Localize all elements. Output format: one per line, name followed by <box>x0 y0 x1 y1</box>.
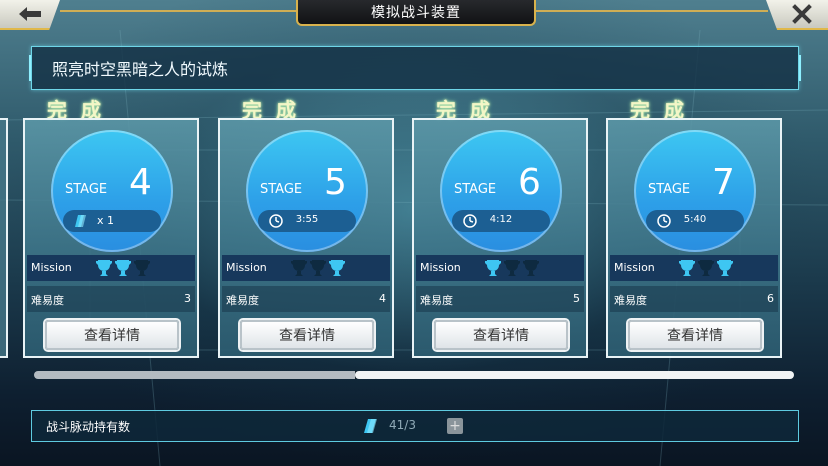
stage-label: STAGE <box>65 182 108 197</box>
plus-icon: + <box>449 418 461 434</box>
stage-circle: STAGE 6 4:12 <box>440 130 562 252</box>
mission-row: Mission <box>610 255 778 281</box>
horizontal-scrollbar[interactable] <box>34 371 794 379</box>
add-battle-pulse-button[interactable]: + <box>447 418 463 434</box>
difficulty-label: 难易度 <box>226 294 259 307</box>
stage-number: 4 <box>129 162 152 203</box>
battle-pulse-bar: 战斗脉动持有数 41/3 + <box>31 410 799 442</box>
trophy-icon <box>309 258 327 278</box>
trophy-icon <box>290 258 308 278</box>
clear-time: 4:12 <box>489 214 513 225</box>
stage-info-pill: x 1 <box>63 210 161 232</box>
stage-info-pill: 3:55 <box>258 210 356 232</box>
view-details-button[interactable]: 查看详情 <box>45 320 179 350</box>
top-divider-right <box>532 10 768 12</box>
back-button[interactable] <box>0 0 60 30</box>
trophy-icon <box>678 258 696 278</box>
stage-label: STAGE <box>454 182 497 197</box>
stage-label: STAGE <box>648 182 691 197</box>
page-title: 模拟战斗装置 <box>296 0 536 26</box>
trial-title: 照亮时空黑暗之人的试炼 <box>52 60 229 79</box>
stage-number: 5 <box>324 162 347 203</box>
difficulty-value: 3 <box>184 292 191 305</box>
difficulty-row: 难易度 4 <box>222 286 390 312</box>
mission-row: Mission <box>416 255 584 281</box>
stage-circle: STAGE 4 x 1 <box>51 130 173 252</box>
difficulty-value: 6 <box>767 292 774 305</box>
difficulty-row: 难易度 3 <box>27 286 195 312</box>
mission-trophies <box>95 258 151 278</box>
mission-label: Mission <box>420 261 461 274</box>
difficulty-row: 难易度 5 <box>416 286 584 312</box>
mission-label: Mission <box>226 261 267 274</box>
back-arrow-icon <box>19 7 41 21</box>
trophy-icon <box>522 258 540 278</box>
trophy-icon <box>716 258 734 278</box>
mission-trophies <box>290 258 346 278</box>
trophy-icon <box>328 258 346 278</box>
close-x-icon <box>792 4 812 24</box>
view-details-button[interactable]: 查看详情 <box>434 320 568 350</box>
view-details-button[interactable]: 查看详情 <box>628 320 762 350</box>
stage-info-pill: 4:12 <box>452 210 550 232</box>
stage-card[interactable]: STAGE 4 x 1 Mission 难易度 3 查看详情 <box>23 118 199 358</box>
trophy-icon <box>503 258 521 278</box>
stage-circle: STAGE 7 5:40 <box>634 130 756 252</box>
stage-label: STAGE <box>260 182 303 197</box>
battle-pulse-label: 战斗脉动持有数 <box>46 420 131 434</box>
mission-label: Mission <box>614 261 655 274</box>
mission-label: Mission <box>31 261 72 274</box>
mission-trophies <box>484 258 540 278</box>
difficulty-value: 5 <box>573 292 580 305</box>
stage-number: 7 <box>712 162 735 203</box>
mission-trophies <box>678 258 734 278</box>
trophy-icon <box>95 258 113 278</box>
stage-number: 6 <box>518 162 541 203</box>
previous-card-edge[interactable] <box>0 118 8 358</box>
banner-bracket-right <box>793 55 801 81</box>
scrollbar-thumb[interactable] <box>355 371 794 379</box>
reward-count: x 1 <box>97 214 115 227</box>
battle-pulse-icon <box>75 215 86 227</box>
stage-card[interactable]: STAGE 7 5:40 Mission 难易度 6 查看详情 <box>606 118 782 358</box>
trophy-icon <box>697 258 715 278</box>
mission-row: Mission <box>222 255 390 281</box>
trophy-icon <box>114 258 132 278</box>
difficulty-value: 4 <box>379 292 386 305</box>
trophy-icon <box>484 258 502 278</box>
clear-time: 3:55 <box>295 214 319 225</box>
battle-pulse-icon <box>364 419 377 433</box>
top-divider-left <box>60 10 296 12</box>
difficulty-label: 难易度 <box>420 294 453 307</box>
mission-row: Mission <box>27 255 195 281</box>
close-button[interactable] <box>766 0 828 30</box>
difficulty-label: 难易度 <box>31 294 64 307</box>
battle-pulse-count: 41/3 <box>389 418 416 432</box>
view-details-button[interactable]: 查看详情 <box>240 320 374 350</box>
difficulty-label: 难易度 <box>614 294 647 307</box>
scrollbar-track-filled <box>34 371 355 379</box>
stage-card[interactable]: STAGE 6 4:12 Mission 难易度 5 查看详情 <box>412 118 588 358</box>
stage-info-pill: 5:40 <box>646 210 744 232</box>
stage-card[interactable]: STAGE 5 3:55 Mission 难易度 4 查看详情 <box>218 118 394 358</box>
trophy-icon <box>133 258 151 278</box>
stage-circle: STAGE 5 3:55 <box>246 130 368 252</box>
clear-time: 5:40 <box>683 214 707 225</box>
banner-bracket-left <box>29 55 37 81</box>
difficulty-row: 难易度 6 <box>610 286 778 312</box>
trial-banner: 照亮时空黑暗之人的试炼 <box>29 46 801 90</box>
